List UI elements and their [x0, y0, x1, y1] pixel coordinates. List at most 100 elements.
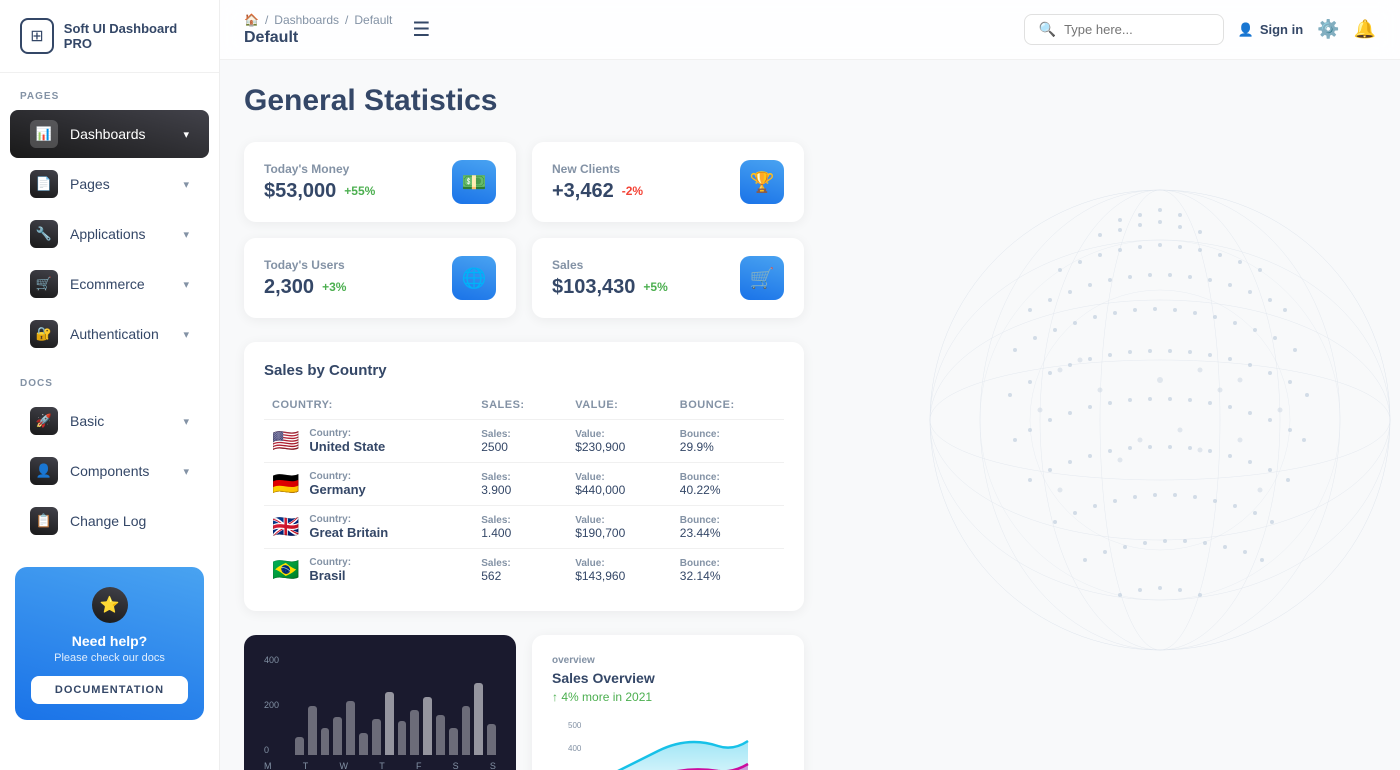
country-value-cell-3: Value: $143,960 — [567, 549, 672, 592]
sidebar-item-authentication[interactable]: 🔐 Authentication ▾ — [10, 310, 209, 358]
sidebar-icon-components: 👤 — [30, 457, 58, 485]
sidebar-item-dashboards[interactable]: 📊 Dashboards ▾ — [10, 110, 209, 158]
bar-chart — [295, 655, 496, 755]
country-col-value: Value: — [567, 395, 672, 420]
chevron-down-icon: ▾ — [183, 328, 189, 341]
sidebar-label-components: Components — [70, 463, 149, 479]
country-name-cell-0: 🇺🇸 Country: United State — [264, 420, 473, 463]
breadcrumb-page: Default — [354, 13, 392, 27]
sales-overview-title: Sales Overview — [552, 670, 784, 686]
bar-12 — [449, 728, 458, 755]
country-flag-1: 🇩🇪 — [272, 471, 299, 497]
stat-card-2: Today's Users 2,300 +3% 🌐 — [244, 238, 516, 318]
sidebar-item-basic[interactable]: 🚀 Basic ▾ — [10, 397, 209, 445]
country-bounce-cell-3: Bounce: 32.14% — [672, 549, 784, 592]
sign-in-button[interactable]: 👤 Sign in — [1238, 22, 1304, 38]
country-sales-cell-3: Sales: 562 — [473, 549, 567, 592]
notifications-icon[interactable]: 🔔 — [1354, 19, 1376, 40]
country-name-cell-2: 🇬🇧 Country: Great Britain — [264, 506, 473, 549]
breadcrumb: 🏠 / Dashboards / Default Default — [244, 13, 392, 47]
breadcrumb-section[interactable]: Dashboards — [274, 13, 339, 27]
help-star-icon: ⭐ — [92, 587, 128, 623]
chevron-down-icon: ▾ — [183, 128, 189, 141]
sidebar-label-dashboards: Dashboards — [70, 126, 146, 142]
country-col-bounce: Bounce: — [672, 395, 784, 420]
stat-card-0: Today's Money $53,000 +55% 💵 — [244, 142, 516, 222]
svg-text:400: 400 — [568, 744, 582, 753]
country-sales-cell-0: Sales: 2500 — [473, 420, 567, 463]
country-flag-3: 🇧🇷 — [272, 557, 299, 583]
bar-4 — [346, 701, 355, 755]
country-table: Country:Sales:Value:Bounce: 🇺🇸 Country: … — [264, 395, 784, 591]
country-value-cell-2: Value: $190,700 — [567, 506, 672, 549]
sidebar-label-ecommerce: Ecommerce — [70, 276, 145, 292]
breadcrumb-sep2: / — [345, 13, 348, 27]
chevron-down-icon: ▾ — [183, 278, 189, 291]
sidebar-label-changelog: Change Log — [70, 513, 146, 529]
sidebar-icon-changelog: 📋 — [30, 507, 58, 535]
sidebar-item-ecommerce[interactable]: 🛒 Ecommerce ▾ — [10, 260, 209, 308]
bar-3 — [333, 717, 342, 755]
sidebar-icon-ecommerce: 🛒 — [30, 270, 58, 298]
home-icon: 🏠 — [244, 13, 259, 27]
country-flag-0: 🇺🇸 — [272, 428, 299, 454]
country-bounce-cell-1: Bounce: 40.22% — [672, 463, 784, 506]
topbar: 🏠 / Dashboards / Default Default ☰ 🔍 👤 S… — [220, 0, 1400, 60]
country-name-cell-3: 🇧🇷 Country: Brasil — [264, 549, 473, 592]
chevron-down-icon: ▾ — [183, 178, 189, 191]
sidebar-icon-dashboards: 📊 — [30, 120, 58, 148]
bottom-charts: 400 200 0 MTW TFS S overview Sales — [244, 635, 804, 770]
svg-text:500: 500 — [568, 721, 582, 730]
sidebar-item-applications[interactable]: 🔧 Applications ▾ — [10, 210, 209, 258]
country-value-cell-0: Value: $230,900 — [567, 420, 672, 463]
stat-label-0: Today's Money — [264, 162, 375, 176]
bar-8 — [398, 721, 407, 755]
help-subtitle: Please check our docs — [31, 652, 188, 664]
search-input[interactable] — [1064, 22, 1209, 37]
documentation-button[interactable]: DOCUMENTATION — [31, 676, 188, 704]
bar-14 — [474, 683, 483, 755]
country-bounce-cell-0: Bounce: 29.9% — [672, 420, 784, 463]
stats-grid: Today's Money $53,000 +55% 💵 New Clients… — [244, 142, 804, 318]
globe-decoration — [860, 140, 1400, 700]
country-col-country: Country: — [264, 395, 473, 420]
search-box[interactable]: 🔍 — [1024, 14, 1224, 45]
settings-icon[interactable]: ⚙️ — [1317, 19, 1339, 40]
stat-card-1: New Clients +3,462 -2% 🏆 — [532, 142, 804, 222]
main-content: 🏠 / Dashboards / Default Default ☰ 🔍 👤 S… — [220, 0, 1400, 770]
stat-icon-1: 🏆 — [740, 160, 784, 204]
bar-13 — [462, 706, 471, 756]
topbar-right: 🔍 👤 Sign in ⚙️ 🔔 — [1024, 14, 1376, 45]
sidebar-item-pages[interactable]: 📄 Pages ▾ — [10, 160, 209, 208]
logo-icon: ⊞ — [20, 18, 54, 54]
stat-value-0: $53,000 +55% — [264, 180, 375, 203]
logo-text: Soft UI Dashboard PRO — [64, 21, 199, 51]
country-sales-cell-2: Sales: 1.400 — [473, 506, 567, 549]
help-box: ⭐ Need help? Please check our docs DOCUM… — [15, 567, 204, 720]
sales-overview-subtitle: ↑ 4% more in 2021 — [552, 690, 784, 704]
bar-2 — [321, 728, 330, 755]
search-icon: 🔍 — [1039, 21, 1056, 38]
user-icon: 👤 — [1238, 22, 1254, 38]
chevron-down-icon: ▾ — [183, 465, 189, 478]
country-bounce-cell-2: Bounce: 23.44% — [672, 506, 784, 549]
sidebar-item-changelog[interactable]: 📋 Change Log — [10, 497, 209, 545]
country-value-cell-1: Value: $440,000 — [567, 463, 672, 506]
stat-icon-3: 🛒 — [740, 256, 784, 300]
stat-change-3: +5% — [643, 280, 667, 294]
hamburger-icon[interactable]: ☰ — [412, 17, 430, 42]
sidebar-label-pages: Pages — [70, 176, 110, 192]
chevron-down-icon: ▾ — [183, 228, 189, 241]
sales-by-country-title: Sales by Country — [264, 362, 784, 379]
page-current-label: Default — [244, 29, 392, 47]
page-content: General Statistics Today's Money $53,000… — [220, 60, 1400, 770]
stat-label-2: Today's Users — [264, 258, 346, 272]
stat-value-1: +3,462 -2% — [552, 180, 643, 203]
sidebar-label-authentication: Authentication — [70, 326, 159, 342]
bar-9 — [410, 710, 419, 755]
sidebar-item-components[interactable]: 👤 Components ▾ — [10, 447, 209, 495]
stat-change-1: -2% — [622, 184, 643, 198]
bar-7 — [385, 692, 394, 755]
country-row-0: 🇺🇸 Country: United State Sales: 2500 Val… — [264, 420, 784, 463]
sidebar-label-basic: Basic — [70, 413, 104, 429]
